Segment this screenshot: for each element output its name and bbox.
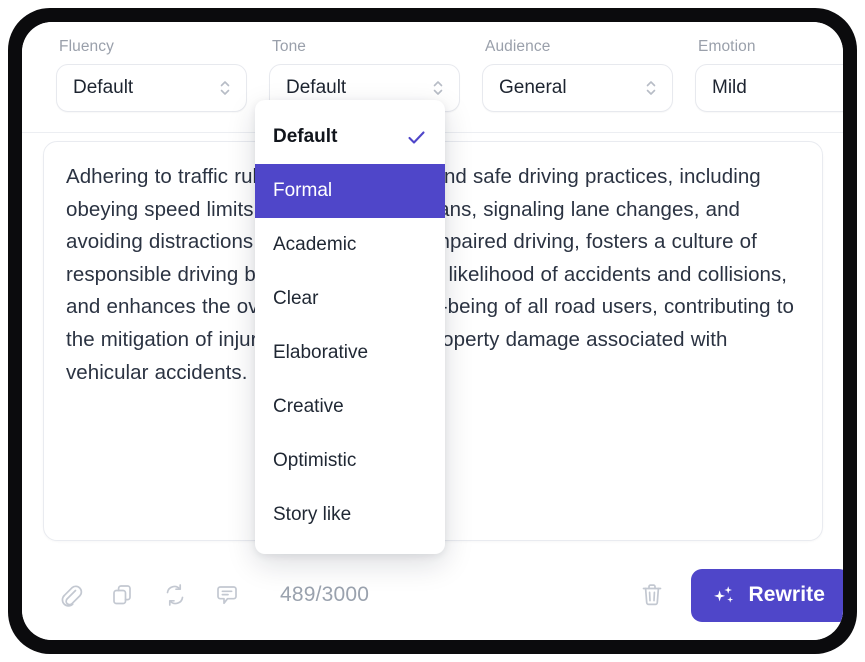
chevron-updown-icon bbox=[218, 77, 232, 99]
rewrite-button-label: Rewrite bbox=[748, 583, 825, 606]
select-audience-value: General bbox=[499, 77, 567, 98]
rewrite-app: Fluency Default Tone Default Audience Ge… bbox=[22, 22, 843, 640]
sparkle-icon bbox=[712, 583, 737, 608]
menu-item-story-like[interactable]: Story like bbox=[255, 488, 445, 542]
toolbar-icon-group: 489/3000 bbox=[56, 580, 369, 610]
control-group-fluency: Fluency Default bbox=[56, 39, 247, 112]
chevron-updown-icon bbox=[644, 77, 658, 99]
select-audience[interactable]: General bbox=[482, 63, 673, 112]
trash-icon[interactable] bbox=[635, 578, 669, 612]
menu-item-label: Academic bbox=[273, 234, 357, 255]
sync-icon[interactable] bbox=[160, 580, 190, 610]
menu-item-default[interactable]: Default bbox=[255, 110, 445, 164]
label-fluency: Fluency bbox=[59, 38, 114, 55]
menu-item-formal[interactable]: Formal bbox=[255, 164, 445, 218]
attach-icon[interactable] bbox=[56, 580, 86, 610]
select-fluency-value: Default bbox=[73, 77, 134, 98]
label-emotion: Emotion bbox=[698, 38, 756, 55]
check-icon bbox=[406, 127, 427, 148]
bottom-toolbar: 489/3000 Rewrite bbox=[22, 552, 843, 638]
menu-item-label: Clear bbox=[273, 288, 319, 309]
menu-item-academic[interactable]: Academic bbox=[255, 218, 445, 272]
select-fluency[interactable]: Default bbox=[56, 63, 247, 112]
toolbar-actions: Rewrite bbox=[635, 568, 843, 622]
chevron-updown-icon bbox=[431, 77, 445, 99]
tone-dropdown-menu[interactable]: Default Formal Academic Clear Elaborativ… bbox=[255, 100, 445, 554]
select-emotion-value: Mild bbox=[712, 77, 747, 98]
menu-item-label: Creative bbox=[273, 396, 344, 417]
control-group-emotion: Emotion Mild bbox=[695, 39, 843, 112]
menu-item-optimistic[interactable]: Optimistic bbox=[255, 434, 445, 488]
character-counter: 489/3000 bbox=[280, 583, 370, 606]
device-bezel: Fluency Default Tone Default Audience Ge… bbox=[8, 8, 857, 654]
select-emotion[interactable]: Mild bbox=[695, 63, 843, 112]
rewrite-button[interactable]: Rewrite bbox=[691, 568, 843, 622]
menu-item-clear[interactable]: Clear bbox=[255, 272, 445, 326]
select-tone-value: Default bbox=[286, 77, 347, 98]
menu-item-label: Story like bbox=[273, 504, 352, 525]
menu-item-label: Optimistic bbox=[273, 450, 357, 471]
menu-item-elaborative[interactable]: Elaborative bbox=[255, 326, 445, 380]
menu-item-label: Default bbox=[273, 126, 338, 147]
copy-icon[interactable] bbox=[108, 580, 138, 610]
screen: Fluency Default Tone Default Audience Ge… bbox=[22, 22, 843, 640]
menu-item-label: Elaborative bbox=[273, 342, 369, 363]
comment-icon[interactable] bbox=[212, 580, 242, 610]
label-tone: Tone bbox=[272, 38, 307, 55]
control-group-audience: Audience General bbox=[482, 39, 673, 112]
menu-item-creative[interactable]: Creative bbox=[255, 380, 445, 434]
label-audience: Audience bbox=[485, 38, 551, 55]
menu-item-label: Formal bbox=[273, 180, 333, 201]
